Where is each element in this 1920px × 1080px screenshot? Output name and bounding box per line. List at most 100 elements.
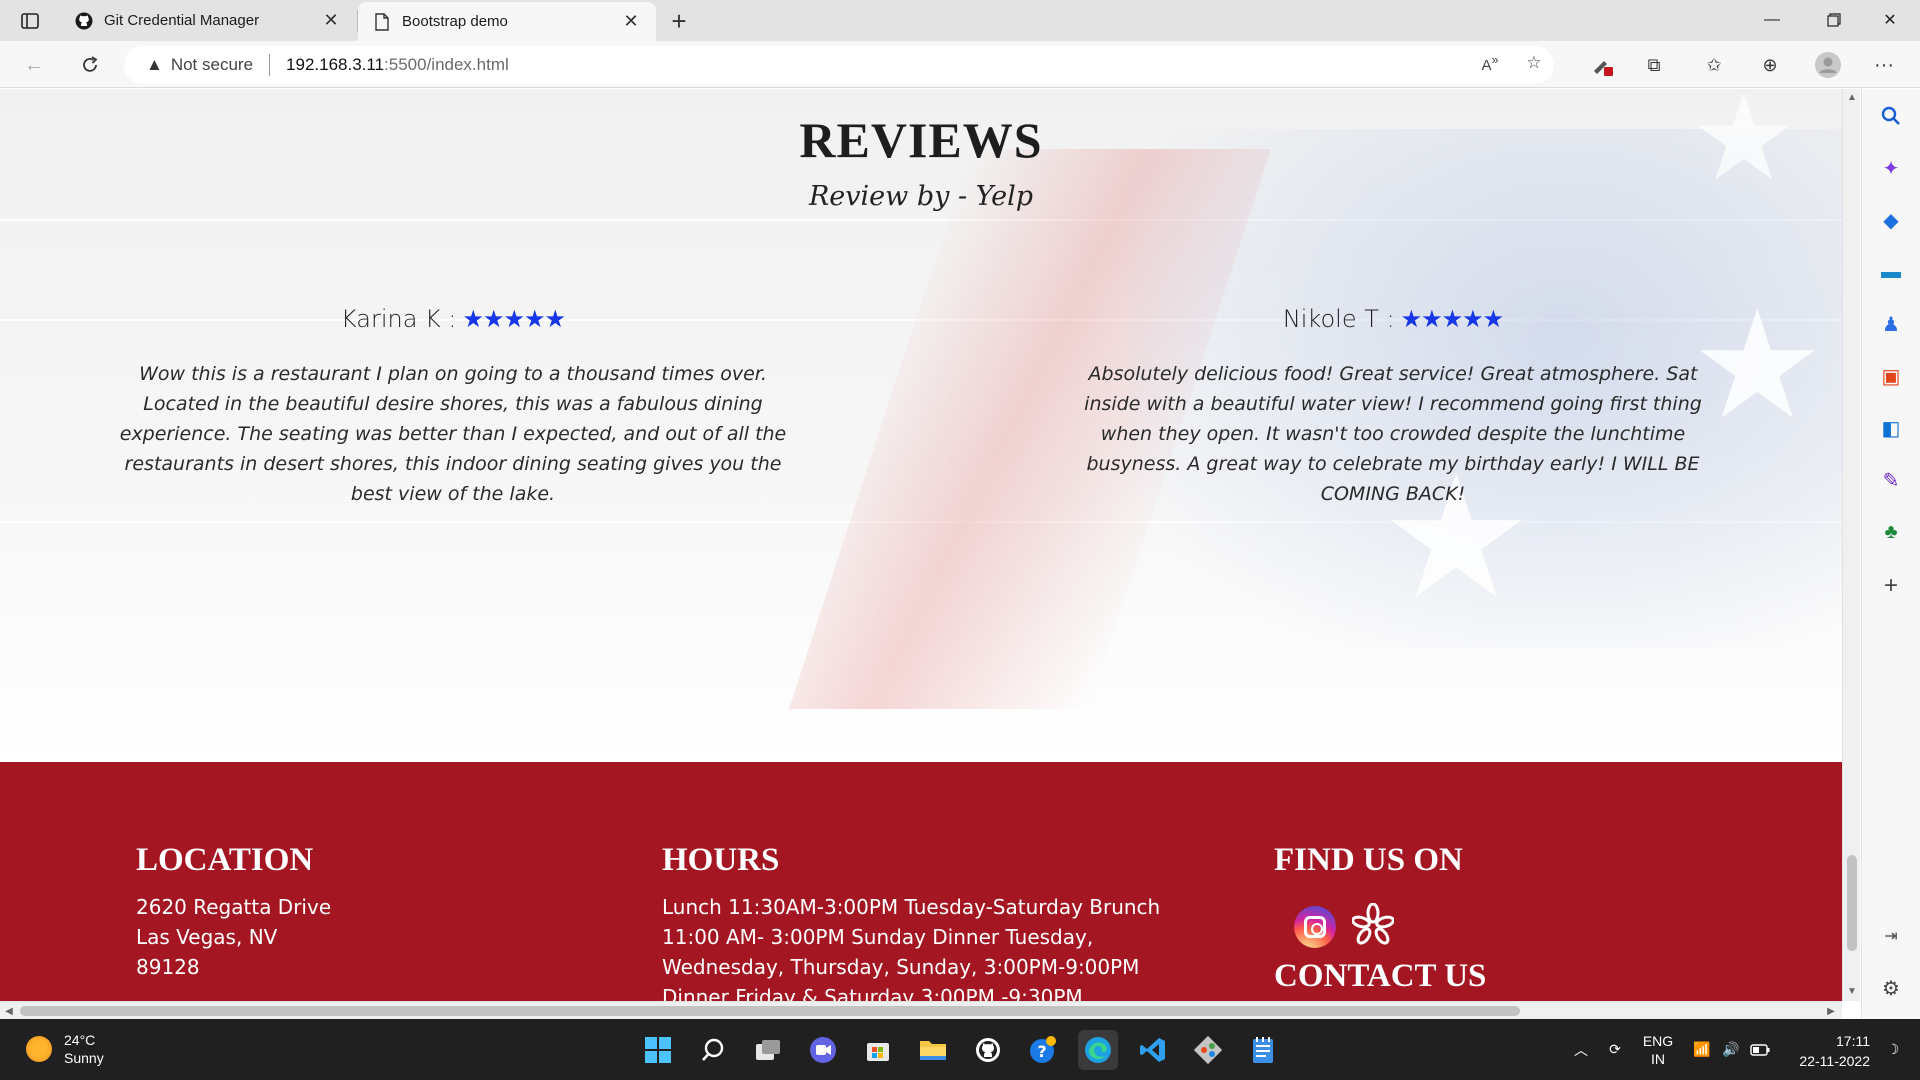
github-desktop-button[interactable] <box>968 1030 1008 1070</box>
read-aloud-button[interactable]: A» <box>1474 47 1506 79</box>
review-card: Karina K : ★★★★★ Wow this is a restauran… <box>118 299 788 509</box>
star-rating-icon: ★★★★★ <box>462 305 566 333</box>
edge-browser-button[interactable] <box>1078 1030 1118 1070</box>
review-text: Wow this is a restaurant I plan on going… <box>119 363 787 505</box>
games-icon[interactable]: ♟ <box>1876 309 1906 339</box>
vertical-scrollbar[interactable]: ▲ ▼ <box>1842 89 1860 1001</box>
warning-icon[interactable]: ▲ <box>146 55 163 75</box>
shopping-tag-icon[interactable]: ◆ <box>1876 205 1906 235</box>
favorites-icon: ✩ <box>1706 54 1722 75</box>
weather-description: Sunny <box>64 1050 104 1066</box>
microsoft-store-button[interactable] <box>858 1030 898 1070</box>
gear-icon[interactable]: ⚙ <box>1876 973 1906 1003</box>
address-bar[interactable]: ▲ Not secure 192.168.3.11:5500/index.htm… <box>124 46 1554 84</box>
extensions-button[interactable]: ⧉ <box>1636 49 1672 81</box>
review-text: Absolutely delicious food! Great service… <box>1084 363 1702 505</box>
tab-actions-button[interactable] <box>14 8 46 34</box>
restore-button[interactable] <box>1806 0 1862 40</box>
url-path: :5500/index.html <box>384 55 509 74</box>
reviews-heading: REVIEWS <box>799 112 1043 168</box>
yelp-icon[interactable] <box>1350 902 1396 948</box>
language-code: ENG <box>1642 1032 1674 1049</box>
close-window-button[interactable]: ✕ <box>1862 0 1918 40</box>
clock-time: 17:11 <box>1836 1033 1870 1049</box>
weather-widget[interactable]: 24°C Sunny <box>26 1031 104 1067</box>
back-button[interactable]: ← <box>16 49 52 81</box>
teams-chat-button[interactable] <box>803 1030 843 1070</box>
instagram-glyph <box>1304 916 1326 938</box>
location-address: 2620 Regatta Drive Las Vegas, NV 89128 <box>136 892 331 982</box>
tab-title: Git Credential Manager <box>104 12 260 29</box>
scroll-thumb[interactable] <box>20 1006 1520 1016</box>
video-chat-icon <box>810 1037 836 1063</box>
reviewer-name: Karina K : <box>340 305 457 333</box>
notifications-button[interactable]: ☽ <box>1878 1019 1908 1080</box>
security-label[interactable]: Not secure <box>171 55 253 75</box>
designer-icon[interactable]: ✎ <box>1876 465 1906 495</box>
tab-git-credential-manager[interactable]: Git Credential Manager ✕ <box>60 0 356 41</box>
close-icon[interactable]: ✕ <box>620 11 642 33</box>
battery-icon <box>1750 1043 1770 1056</box>
show-hidden-icons-button[interactable]: ︿ <box>1568 1019 1594 1080</box>
system-clock[interactable]: 17:11 22-11-2022 <box>1790 1031 1870 1071</box>
favorites-button[interactable]: ✩ <box>1696 49 1732 81</box>
puzzle-icon: ⧉ <box>1647 54 1661 75</box>
vscode-button[interactable] <box>1133 1030 1173 1070</box>
add-icon[interactable]: + <box>1876 571 1906 601</box>
battery-button[interactable] <box>1746 1019 1774 1080</box>
taskbar-search-button[interactable] <box>693 1030 733 1070</box>
file-explorer-button[interactable] <box>913 1030 953 1070</box>
star-rating-icon: ★★★★★ <box>1400 305 1505 333</box>
language-indicator[interactable]: ENG IN <box>1636 1019 1680 1080</box>
office-icon[interactable]: ▣ <box>1876 361 1906 391</box>
minimize-icon: — <box>1764 11 1780 28</box>
site-footer: LOCATION 2620 Regatta Drive Las Vegas, N… <box>0 762 1842 1001</box>
arrow-left-icon: ← <box>24 53 44 76</box>
refresh-button[interactable] <box>72 49 108 81</box>
outlook-icon[interactable]: ◧ <box>1876 413 1906 443</box>
extension-button[interactable] <box>1584 49 1620 81</box>
notepad-button[interactable] <box>1243 1030 1283 1070</box>
onedrive-sync-button[interactable]: ⟳ <box>1600 1019 1630 1080</box>
tree-icon[interactable]: ♣ <box>1876 517 1906 547</box>
search-icon[interactable] <box>1876 101 1906 131</box>
scroll-thumb[interactable] <box>1847 855 1857 951</box>
minimize-button[interactable]: — <box>1744 0 1800 40</box>
sidebar-toggle-icon[interactable]: ⇥ <box>1876 921 1906 951</box>
add-favorite-button[interactable]: ☆ <box>1518 47 1550 79</box>
get-help-button[interactable]: ? <box>1023 1030 1063 1070</box>
scroll-left-icon[interactable]: ◀ <box>0 1002 18 1020</box>
start-button[interactable] <box>638 1030 678 1070</box>
hours-line: Dinner Friday & Saturday 3:00PM -9:30PM <box>662 985 1083 1001</box>
search-icon <box>702 1038 724 1061</box>
address-line: 2620 Regatta Drive <box>136 895 332 919</box>
avatar-icon <box>1815 52 1841 78</box>
address-divider <box>269 54 271 76</box>
windows-icon <box>645 1037 671 1063</box>
scroll-right-icon[interactable]: ▶ <box>1822 1002 1840 1020</box>
collections-button[interactable]: ⊕ <box>1752 49 1788 81</box>
scroll-up-icon[interactable]: ▲ <box>1843 89 1861 105</box>
close-icon: ✕ <box>1883 12 1897 29</box>
instagram-icon[interactable] <box>1294 906 1336 948</box>
sync-icon: ⟳ <box>1609 1041 1621 1057</box>
weather-text: 24°C Sunny <box>64 1031 104 1067</box>
windows-taskbar: 24°C Sunny ? ︿ ⟳ ENG IN 📶 🔊 17:11 22-11-… <box>0 1019 1920 1080</box>
profile-button[interactable] <box>1810 49 1846 81</box>
reviews-subtitle: Review by - Yelp <box>808 181 1034 212</box>
wifi-button[interactable]: 📶 <box>1688 1019 1716 1080</box>
region-code: IN <box>1651 1050 1665 1067</box>
task-view-button[interactable] <box>748 1030 788 1070</box>
settings-menu-button[interactable]: ··· <box>1866 49 1902 81</box>
horizontal-scrollbar[interactable]: ◀ ▶ <box>0 1001 1842 1019</box>
new-tab-button[interactable]: + <box>664 6 694 36</box>
speaker-icon: 🔊 <box>1722 1041 1740 1057</box>
scroll-down-icon[interactable]: ▼ <box>1843 983 1861 999</box>
sparkle-icon[interactable]: ✦ <box>1876 153 1906 183</box>
git-gui-button[interactable] <box>1188 1030 1228 1070</box>
tools-icon[interactable]: ▬ <box>1876 257 1906 287</box>
volume-button[interactable]: 🔊 <box>1718 1019 1744 1080</box>
tab-bootstrap-demo[interactable]: Bootstrap demo ✕ <box>358 2 656 41</box>
close-icon[interactable]: ✕ <box>320 10 342 32</box>
edge-sidebar: ✦ ◆ ▬ ♟ ▣ ◧ ✎ ♣ + ⇥ ⚙ <box>1861 89 1920 1019</box>
